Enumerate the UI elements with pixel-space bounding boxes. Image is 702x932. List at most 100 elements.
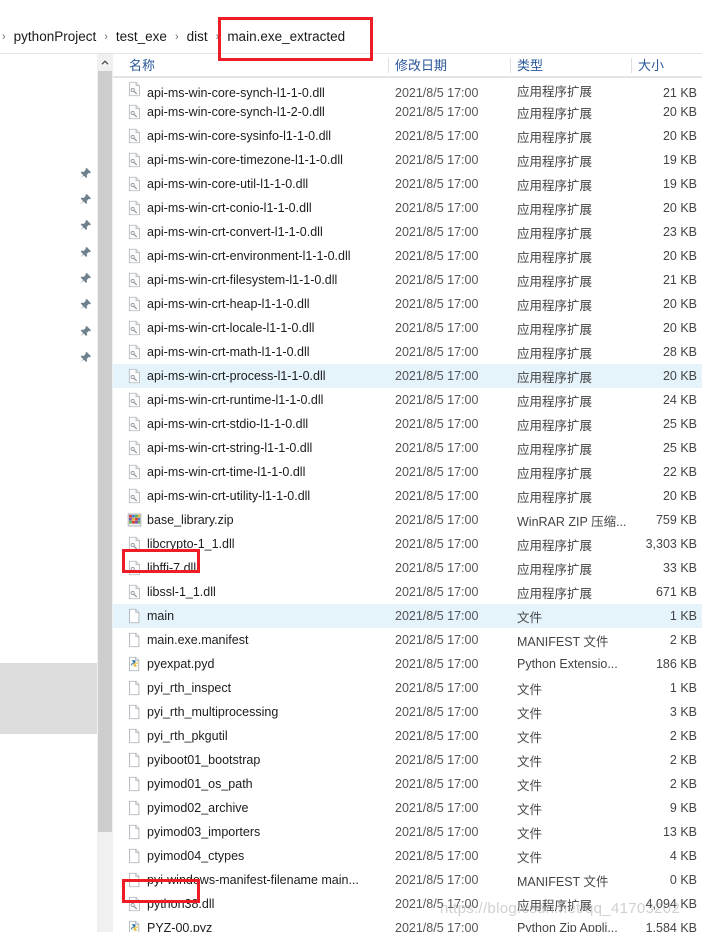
window-top-strip bbox=[0, 0, 702, 20]
file-date-cell: 2021/8/5 17:00 bbox=[395, 873, 479, 887]
file-type-cell: 应用程序扩展 bbox=[517, 490, 593, 505]
file-size-cell: 19 KB bbox=[662, 177, 697, 191]
navigation-pane[interactable] bbox=[0, 54, 97, 932]
file-name-cell: api-ms-win-core-synch-l1-1-0.dll bbox=[147, 86, 325, 100]
file-size-cell: 186 KB bbox=[655, 657, 697, 671]
scrollbar-thumb[interactable] bbox=[98, 71, 112, 832]
file-row[interactable]: api-ms-win-crt-utility-l1-1-0.dll 2021/8/… bbox=[113, 484, 702, 508]
file-name-cell: api-ms-win-core-timezone-l1-1-0.dll bbox=[147, 153, 343, 167]
file-name-cell: pyi_rth_inspect bbox=[147, 681, 232, 695]
file-row[interactable]: api-ms-win-core-synch-l1-1-0.dll 2021/8/5… bbox=[113, 78, 702, 100]
file-row[interactable]: api-ms-win-core-util-l1-1-0.dll 2021/8/5 … bbox=[113, 172, 702, 196]
file-row[interactable]: python38.dll 2021/8/5 17:00 应用程序扩展 4,094 KB bbox=[113, 892, 702, 916]
navigation-pane-highlight-band bbox=[0, 663, 97, 734]
file-row[interactable]: api-ms-win-core-synch-l1-2-0.dll 2021/8/5… bbox=[113, 100, 702, 124]
vertical-scrollbar[interactable] bbox=[97, 54, 113, 932]
file-type-cell: 应用程序扩展 bbox=[517, 346, 593, 361]
file-size-cell: 20 KB bbox=[662, 489, 697, 503]
file-row[interactable]: api-ms-win-crt-runtime-l1-1-0.dll 2021/8/… bbox=[113, 388, 702, 412]
file-row[interactable]: pyimod01_os_path 2021/8/5 17:00 文件 2 KB bbox=[113, 772, 702, 796]
file-date-cell: 2021/8/5 17:00 bbox=[395, 441, 479, 455]
file-row[interactable]: api-ms-win-crt-time-l1-1-0.dll 2021/8/5 1… bbox=[113, 460, 702, 484]
file-row[interactable]: main 2021/8/5 17:00 文件 1 KB bbox=[113, 604, 702, 628]
file-row[interactable]: pyi_rth_inspect 2021/8/5 17:00 文件 1 KB bbox=[113, 676, 702, 700]
file-row[interactable]: pyimod03_importers 2021/8/5 17:00 文件 13 KB bbox=[113, 820, 702, 844]
file-row[interactable]: api-ms-win-crt-string-l1-1-0.dll 2021/8/5… bbox=[113, 436, 702, 460]
file-row[interactable]: libssl-1_1.dll 2021/8/5 17:00 应用程序扩展 671 KB bbox=[113, 580, 702, 604]
file-type-cell: 文件 bbox=[517, 754, 543, 769]
column-divider[interactable] bbox=[388, 58, 389, 73]
chevron-up-icon bbox=[101, 59, 109, 65]
column-header-type[interactable]: 类型 bbox=[517, 57, 543, 75]
file-row[interactable]: main.exe.manifest 2021/8/5 17:00 MANIFEST … bbox=[113, 628, 702, 652]
file-row[interactable]: pyimod02_archive 2021/8/5 17:00 文件 9 KB bbox=[113, 796, 702, 820]
file-date-cell: 2021/8/5 17:00 bbox=[395, 633, 479, 647]
file-row[interactable]: api-ms-win-crt-math-l1-1-0.dll 2021/8/5 1… bbox=[113, 340, 702, 364]
file-row[interactable]: api-ms-win-crt-heap-l1-1-0.dll 2021/8/5 1… bbox=[113, 292, 702, 316]
file-date-cell: 2021/8/5 17:00 bbox=[395, 249, 479, 263]
file-row[interactable]: pyexpat.pyd 2021/8/5 17:00 Python Extensio… bbox=[113, 652, 702, 676]
file-name-cell: api-ms-win-crt-locale-l1-1-0.dll bbox=[147, 321, 315, 335]
file-date-cell: 2021/8/5 17:00 bbox=[395, 849, 479, 863]
file-date-cell: 2021/8/5 17:00 bbox=[395, 705, 479, 719]
file-row[interactable]: libcrypto-1_1.dll 2021/8/5 17:00 应用程序扩展 3,3… bbox=[113, 532, 702, 556]
file-row[interactable]: api-ms-win-crt-conio-l1-1-0.dll 2021/8/5 … bbox=[113, 196, 702, 220]
file-date-cell: 2021/8/5 17:00 bbox=[395, 777, 479, 791]
dll-icon bbox=[127, 560, 142, 576]
file-size-cell: 33 KB bbox=[662, 561, 697, 575]
dll-icon bbox=[127, 152, 142, 168]
address-bar[interactable]: › pythonProject › test_exe › dist › main… bbox=[0, 20, 702, 54]
file-row[interactable]: libffi-7.dll 2021/8/5 17:00 应用程序扩展 33 KB bbox=[113, 556, 702, 580]
file-type-cell: 应用程序扩展 bbox=[517, 394, 593, 409]
breadcrumb-item-dist[interactable]: dist bbox=[181, 25, 214, 49]
file-row[interactable]: pyimod04_ctypes 2021/8/5 17:00 文件 4 KB bbox=[113, 844, 702, 868]
breadcrumb-item-test-exe[interactable]: test_exe bbox=[110, 25, 173, 49]
file-row[interactable]: api-ms-win-core-sysinfo-l1-1-0.dll 2021/8… bbox=[113, 124, 702, 148]
file-size-cell: 2 KB bbox=[669, 729, 697, 743]
file-type-cell: 应用程序扩展 bbox=[517, 586, 593, 601]
column-header-size[interactable]: 大小 bbox=[638, 57, 664, 75]
file-row[interactable]: PYZ-00.pyz 2021/8/5 17:00 Python Zip Appli… bbox=[113, 916, 702, 932]
file-size-cell: 20 KB bbox=[662, 201, 697, 215]
file-list-view[interactable]: 名称 修改日期 类型 大小 api-ms-win-core-synch-l1-1… bbox=[113, 54, 702, 932]
file-type-cell: 应用程序扩展 bbox=[517, 226, 593, 241]
dll-icon bbox=[127, 368, 142, 384]
file-size-cell: 25 KB bbox=[662, 417, 697, 431]
file-name-cell: pyimod03_importers bbox=[147, 825, 261, 839]
file-row[interactable]: api-ms-win-crt-process-l1-1-0.dll 2021/8/… bbox=[113, 364, 702, 388]
dll-icon bbox=[127, 896, 142, 912]
file-row[interactable]: pyi_rth_multiprocessing 2021/8/5 17:00 文件 3… bbox=[113, 700, 702, 724]
dll-icon bbox=[127, 344, 142, 360]
column-header-name[interactable]: 名称 bbox=[129, 57, 155, 75]
file-row[interactable]: api-ms-win-crt-stdio-l1-1-0.dll 2021/8/5 … bbox=[113, 412, 702, 436]
file-row[interactable]: api-ms-win-core-timezone-l1-1-0.dll 2021/… bbox=[113, 148, 702, 172]
file-type-cell: 文件 bbox=[517, 730, 543, 745]
file-date-cell: 2021/8/5 17:00 bbox=[395, 153, 479, 167]
scroll-up-button[interactable] bbox=[97, 54, 113, 71]
file-size-cell: 19 KB bbox=[662, 153, 697, 167]
file-row[interactable]: pyi_rth_pkgutil 2021/8/5 17:00 文件 2 KB bbox=[113, 724, 702, 748]
column-divider[interactable] bbox=[631, 58, 632, 73]
file-name-cell: libssl-1_1.dll bbox=[147, 585, 216, 599]
file-type-cell: 应用程序扩展 bbox=[517, 466, 593, 481]
file-name-cell: libffi-7.dll bbox=[147, 561, 197, 575]
breadcrumb-item-main-exe-extracted[interactable]: main.exe_extracted bbox=[221, 25, 351, 49]
column-header-date-modified[interactable]: 修改日期 bbox=[395, 57, 447, 75]
breadcrumb-item-pythonproject[interactable]: pythonProject bbox=[8, 25, 103, 49]
file-name-cell: pyimod04_ctypes bbox=[147, 849, 245, 863]
file-row[interactable]: api-ms-win-crt-convert-l1-1-0.dll 2021/8/… bbox=[113, 220, 702, 244]
file-row[interactable]: pyiboot01_bootstrap 2021/8/5 17:00 文件 2 KB bbox=[113, 748, 702, 772]
file-row[interactable]: api-ms-win-crt-environment-l1-1-0.dll 202… bbox=[113, 244, 702, 268]
file-row[interactable]: pyi-windows-manifest-filename main... 202… bbox=[113, 868, 702, 892]
file-date-cell: 2021/8/5 17:00 bbox=[395, 585, 479, 599]
file-row[interactable]: api-ms-win-crt-locale-l1-1-0.dll 2021/8/5… bbox=[113, 316, 702, 340]
file-name-cell: api-ms-win-core-synch-l1-2-0.dll bbox=[147, 105, 325, 119]
column-divider[interactable] bbox=[510, 58, 511, 73]
file-row[interactable]: base_library.zip 2021/8/5 17:00 WinRAR ZIP… bbox=[113, 508, 702, 532]
dll-icon bbox=[127, 272, 142, 288]
dll-icon bbox=[127, 464, 142, 480]
file-date-cell: 2021/8/5 17:00 bbox=[395, 321, 479, 335]
file-row[interactable]: api-ms-win-crt-filesystem-l1-1-0.dll 2021… bbox=[113, 268, 702, 292]
file-name-cell: api-ms-win-crt-convert-l1-1-0.dll bbox=[147, 225, 323, 239]
file-name-cell: pyi_rth_multiprocessing bbox=[147, 705, 279, 719]
